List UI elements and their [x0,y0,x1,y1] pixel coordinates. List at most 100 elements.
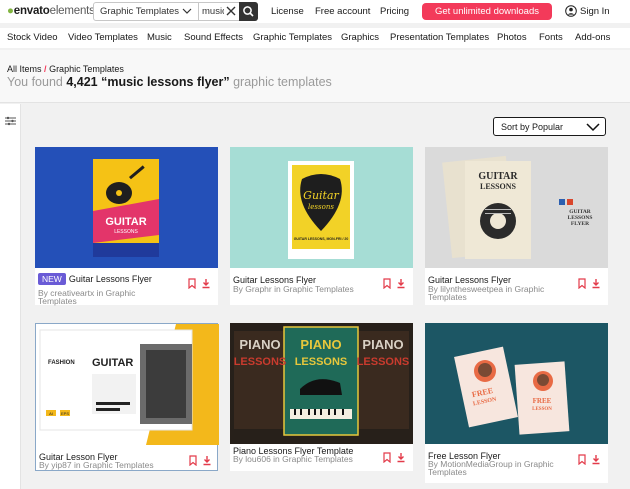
result-card[interactable]: GUITAR LESSONS NEW Guitar Lessons Flyer B… [35,147,218,305]
preview-small-text: LESSONS [114,229,138,235]
preview-big-text: Guitar [303,189,339,202]
card-author[interactable]: By yip87 in Graphic Templates [39,461,174,470]
piano-flyer-preview: PIANO LESSONS PIANO LESSONS PIANO LESSON… [230,323,413,444]
result-card[interactable]: PIANO LESSONS PIANO LESSONS PIANO LESSON… [230,323,413,471]
card-thumbnail[interactable]: FASHION GUITAR AI EPS [36,324,219,445]
search-icon [243,6,254,17]
download-icon[interactable] [396,278,406,289]
preview-small-text: FASHION [48,360,75,366]
card-thumbnail[interactable]: FREE LESSON FREE LESSON [425,323,608,444]
result-card[interactable]: Guitar lessons GUITAR LESSONS, MON-FRI /… [230,147,413,305]
card-thumbnail[interactable]: Guitar lessons GUITAR LESSONS, MON-FRI /… [230,147,413,268]
free-account-link[interactable]: Free account [315,6,370,17]
result-card[interactable]: FREE LESSON FREE LESSON Free Lesson Flye… [425,323,608,483]
get-unlimited-downloads-button[interactable]: Get unlimited downloads [422,3,552,20]
preview-second-big-text: FREE [533,397,552,405]
leaf-icon: ● [7,5,14,17]
envato-logo[interactable]: ●envatoelements [7,5,95,17]
nav-sound-effects[interactable]: Sound Effects [184,32,243,43]
account-icon [565,5,577,17]
nav-presentation-templates[interactable]: Presentation Templates [390,32,489,43]
preview-big-text: GUITAR [105,216,146,228]
card-author[interactable]: By lilynthesweetpea in Graphic Templates [428,285,563,302]
preview-right-small-text: LESSONS [357,356,410,368]
preview-big-text: GUITAR [478,171,518,182]
nav-video-templates[interactable]: Video Templates [68,32,138,43]
logo-word: envato [13,5,50,17]
nav-graphics[interactable]: Graphics [341,32,379,43]
bookmark-icon[interactable] [187,278,197,289]
card-title-text: Guitar Lessons Flyer [68,274,152,284]
preview-small-text: LESSONS [480,182,517,191]
download-icon[interactable] [201,278,211,289]
bookmark-icon[interactable] [188,455,198,466]
nav-fonts[interactable]: Fonts [539,32,563,43]
search-input[interactable] [200,3,224,20]
card-thumbnail[interactable]: PIANO LESSONS PIANO LESSONS PIANO LESSON… [230,323,413,444]
preview-small-text: LESSONS [295,356,348,368]
guitar-flyer-preview: Guitar lessons GUITAR LESSONS, MON-FRI /… [230,147,413,268]
results-number: 4,421 “music lessons flyer” [66,75,230,89]
breadcrumb-separator: / [44,64,47,74]
bookmark-icon[interactable] [577,278,587,289]
preview-tag-1: AI [49,411,53,416]
filters-icon[interactable] [5,116,16,126]
results-suffix: graphic templates [233,75,332,89]
results-prefix: You found [7,75,63,89]
sort-label: Sort by Popular [501,122,564,132]
result-card[interactable]: FASHION GUITAR AI EPS Guitar Lesson Flye… [35,323,219,471]
preview-left-small-text: LESSONS [234,356,287,368]
new-badge: NEW [38,273,66,285]
breadcrumb-graphic-templates[interactable]: Graphic Templates [49,64,124,74]
preview-big-text: GUITAR [92,357,133,369]
preview-side-text-3: FLYER [571,221,590,227]
results-header: All Items / Graphic Templates You found … [0,50,630,103]
card-author[interactable]: By creativeartx in Graphic Templates [38,289,173,306]
card-author[interactable]: By lou606 in Graphic Templates [233,455,368,464]
result-card[interactable]: GUITAR LESSONS GUITAR LESSONS FLYER Guit… [425,147,608,305]
chevron-down-icon [182,8,192,14]
download-icon[interactable] [591,278,601,289]
download-icon[interactable] [202,455,212,466]
pricing-link[interactable]: Pricing [380,6,409,17]
preview-right-big-text: PIANO [362,337,403,352]
clear-icon[interactable] [225,5,237,17]
card-author[interactable]: By Graphr in Graphic Templates [233,285,368,294]
license-link[interactable]: License [271,6,304,17]
results-count: You found 4,421 “music lessons flyer” gr… [7,75,332,89]
nav-photos[interactable]: Photos [497,32,527,43]
preview-note-text: GUITAR LESSONS, MON-FRI / 20 [294,237,349,241]
nav-graphic-templates[interactable]: Graphic Templates [253,32,332,43]
chevron-down-icon [586,123,600,132]
lesson-flyer-preview: FREE LESSON FREE LESSON [425,323,608,444]
download-icon[interactable] [396,452,406,463]
nav-stock-video[interactable]: Stock Video [7,32,58,43]
card-author[interactable]: By MotionMediaGroup in Graphic Templates [428,460,563,477]
sign-in-label: Sign In [580,6,610,17]
search-category-select[interactable]: Graphic Templates [94,3,199,20]
category-nav: Stock Video Video Templates Music Sound … [0,28,630,48]
filters-rail [0,104,21,489]
sign-in-button[interactable]: Sign In [565,3,610,20]
card-thumbnail[interactable]: GUITAR LESSONS [35,147,218,268]
logo-word-elements: elements [49,5,95,17]
nav-add-ons[interactable]: Add-ons [575,32,610,43]
sort-select[interactable]: Sort by Popular [493,117,606,136]
nav-music[interactable]: Music [147,32,172,43]
card-thumbnail[interactable]: GUITAR LESSONS GUITAR LESSONS FLYER [425,147,608,268]
preview-second-small-text: LESSON [532,407,552,412]
breadcrumb: All Items / Graphic Templates [7,64,124,74]
preview-tag-2: EPS [61,411,69,416]
breadcrumb-all-items[interactable]: All Items [7,64,42,74]
bookmark-icon[interactable] [577,454,587,465]
preview-big-text: PIANO [300,337,341,352]
bookmark-icon[interactable] [382,278,392,289]
bookmark-icon[interactable] [382,452,392,463]
card-title[interactable]: NEW Guitar Lessons Flyer [38,273,152,285]
guitar-flyer-preview: GUITAR LESSONS GUITAR LESSONS FLYER [425,147,608,268]
search-button[interactable] [239,2,258,21]
download-icon[interactable] [591,454,601,465]
guitar-flyer-preview: GUITAR LESSONS [35,147,218,268]
preview-left-big-text: PIANO [239,337,280,352]
search-bar: Graphic Templates [93,2,258,21]
